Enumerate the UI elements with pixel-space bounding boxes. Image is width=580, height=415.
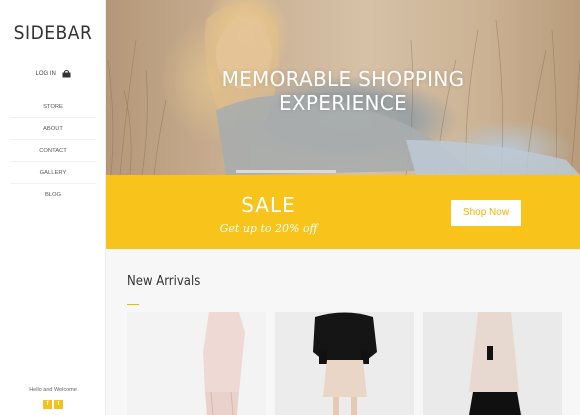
social-links: f t bbox=[43, 400, 63, 409]
slider-indicator[interactable] bbox=[236, 170, 336, 173]
product-card[interactable] bbox=[127, 312, 266, 415]
sidebar-item-gallery[interactable]: GALLERY bbox=[10, 162, 96, 184]
hero-headline-line1: MEMORABLE SHOPPING bbox=[221, 67, 465, 91]
login-link[interactable]: LOG IN bbox=[0, 70, 106, 78]
sidebar-item-contact[interactable]: CONTACT bbox=[10, 140, 96, 162]
heading-underline bbox=[127, 304, 139, 305]
product-grid bbox=[127, 312, 562, 415]
sale-banner: SALE Get up to 20% off Shop Now bbox=[106, 175, 580, 249]
site-logo[interactable]: SIDEBAR bbox=[0, 22, 106, 44]
facebook-icon[interactable]: f bbox=[43, 400, 52, 409]
shopping-bag-icon[interactable] bbox=[62, 70, 71, 78]
sidebar: SIDEBAR LOG IN STORE ABOUT CONTACT GALLE… bbox=[0, 0, 106, 415]
sale-subtitle: Get up to 20% off bbox=[219, 222, 318, 235]
sidebar-item-blog[interactable]: BLOG bbox=[10, 184, 96, 206]
product-card[interactable] bbox=[423, 312, 562, 415]
page: SIDEBAR LOG IN STORE ABOUT CONTACT GALLE… bbox=[0, 0, 580, 415]
hero-banner: MEMORABLE SHOPPING EXPERIENCE bbox=[106, 0, 580, 175]
twitter-icon[interactable]: t bbox=[54, 400, 63, 409]
product-card[interactable] bbox=[275, 312, 414, 415]
product-image bbox=[469, 312, 521, 415]
sidebar-nav: STORE ABOUT CONTACT GALLERY BLOG bbox=[10, 96, 96, 206]
sidebar-item-about[interactable]: ABOUT bbox=[10, 118, 96, 140]
hero-headline: MEMORABLE SHOPPING EXPERIENCE bbox=[106, 67, 580, 115]
shop-now-button[interactable]: Shop Now bbox=[451, 200, 521, 226]
sale-title: SALE bbox=[241, 193, 296, 217]
product-image bbox=[313, 312, 377, 415]
sidebar-item-store[interactable]: STORE bbox=[10, 96, 96, 118]
login-label: LOG IN bbox=[35, 71, 56, 77]
welcome-text: Hello and Welcome bbox=[29, 387, 77, 393]
new-arrivals-section: New Arrivals bbox=[106, 249, 580, 415]
hero-headline-line2: EXPERIENCE bbox=[278, 91, 408, 115]
section-heading: New Arrivals bbox=[127, 274, 201, 289]
product-image bbox=[203, 312, 245, 415]
